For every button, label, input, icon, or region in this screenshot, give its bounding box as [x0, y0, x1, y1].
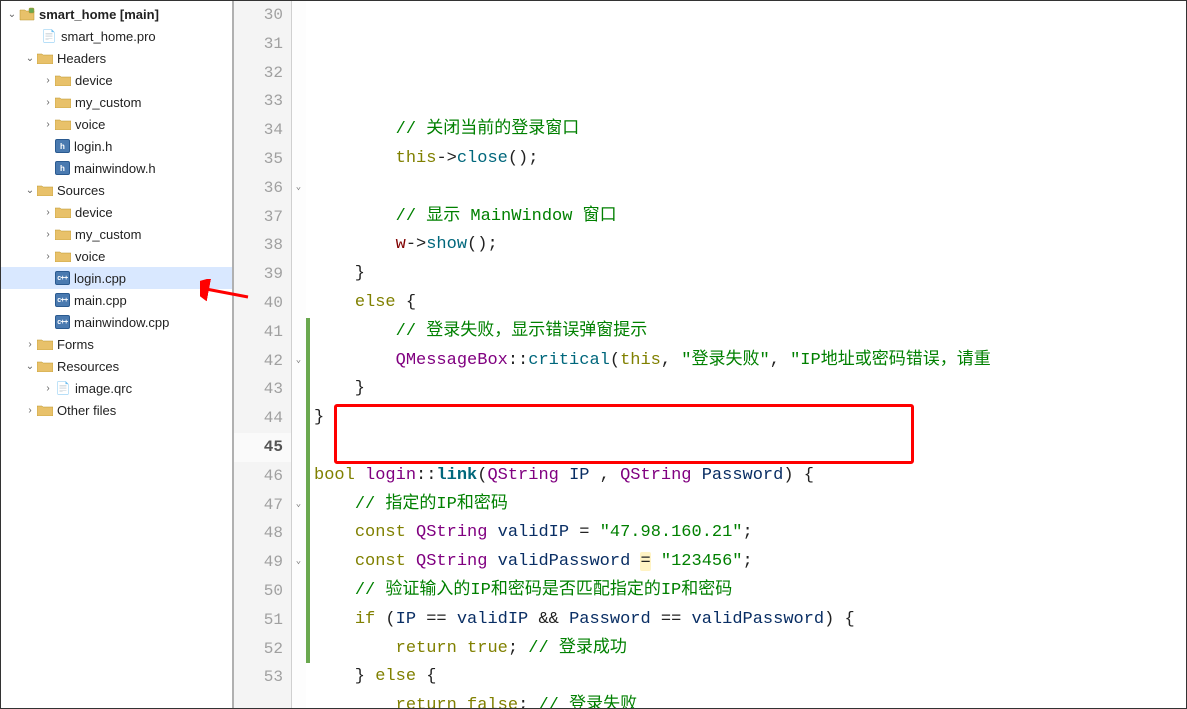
- h-file-icon: h: [55, 161, 70, 175]
- folder-device-s[interactable]: ›device: [1, 201, 232, 223]
- forms-folder[interactable]: ›Forms: [1, 333, 232, 355]
- other-files-folder[interactable]: ›Other files: [1, 399, 232, 421]
- project-icon: [19, 6, 35, 22]
- folder-icon: [37, 402, 53, 418]
- file-icon: 📄: [41, 28, 57, 44]
- chevron-right-icon[interactable]: ›: [41, 75, 55, 86]
- cpp-file-icon: c++: [55, 271, 70, 285]
- file-login-cpp[interactable]: c++login.cpp: [1, 267, 232, 289]
- folder-icon: [55, 72, 71, 88]
- line-number-gutter[interactable]: 3031323334353637383940414243444546474849…: [234, 1, 292, 708]
- file-image-qrc[interactable]: ›📄image.qrc: [1, 377, 232, 399]
- project-tree[interactable]: ⌄ smart_home [main] 📄 smart_home.pro ⌄ H…: [1, 1, 234, 708]
- folder-voice-h[interactable]: ›voice: [1, 113, 232, 135]
- chevron-right-icon[interactable]: ›: [41, 207, 55, 218]
- folder-device-h[interactable]: ›device: [1, 69, 232, 91]
- headers-folder[interactable]: ⌄ Headers: [1, 47, 232, 69]
- folder-icon: [37, 358, 53, 374]
- chevron-right-icon[interactable]: ›: [41, 383, 55, 394]
- chevron-right-icon[interactable]: ›: [41, 251, 55, 262]
- h-file-icon: h: [55, 139, 70, 153]
- code-area[interactable]: // 关闭当前的登录窗口 this->close(); // 显示 MainWi…: [310, 1, 1186, 708]
- folder-icon: [55, 248, 71, 264]
- chevron-down-icon[interactable]: ⌄: [23, 185, 37, 196]
- chevron-right-icon[interactable]: ›: [41, 97, 55, 108]
- file-mainwindow-cpp[interactable]: c++mainwindow.cpp: [1, 311, 232, 333]
- code-editor[interactable]: 3031323334353637383940414243444546474849…: [234, 1, 1186, 708]
- folder-icon: [37, 336, 53, 352]
- fold-column[interactable]: ⌄⌄⌄⌄: [292, 1, 306, 708]
- folder-icon: [55, 116, 71, 132]
- folder-icon: [55, 226, 71, 242]
- chevron-down-icon[interactable]: ⌄: [23, 53, 37, 64]
- chevron-right-icon[interactable]: ›: [23, 339, 37, 350]
- folder-mycustom-s[interactable]: ›my_custom: [1, 223, 232, 245]
- file-main-cpp[interactable]: c++main.cpp: [1, 289, 232, 311]
- pro-file[interactable]: 📄 smart_home.pro: [1, 25, 232, 47]
- project-name: smart_home [main]: [39, 7, 159, 22]
- folder-voice-s[interactable]: ›voice: [1, 245, 232, 267]
- resources-folder[interactable]: ⌄Resources: [1, 355, 232, 377]
- qrc-file-icon: 📄: [55, 380, 71, 396]
- folder-icon: [55, 94, 71, 110]
- project-root[interactable]: ⌄ smart_home [main]: [1, 3, 232, 25]
- chevron-right-icon[interactable]: ›: [41, 119, 55, 130]
- folder-icon: [55, 204, 71, 220]
- file-login-h[interactable]: hlogin.h: [1, 135, 232, 157]
- folder-mycustom-h[interactable]: ›my_custom: [1, 91, 232, 113]
- sources-folder[interactable]: ⌄ Sources: [1, 179, 232, 201]
- cpp-file-icon: c++: [55, 293, 70, 307]
- folder-icon: [37, 182, 53, 198]
- chevron-right-icon[interactable]: ›: [41, 229, 55, 240]
- chevron-down-icon[interactable]: ⌄: [23, 361, 37, 372]
- file-mainwindow-h[interactable]: hmainwindow.h: [1, 157, 232, 179]
- cpp-file-icon: c++: [55, 315, 70, 329]
- folder-icon: [37, 50, 53, 66]
- chevron-right-icon[interactable]: ›: [23, 405, 37, 416]
- chevron-down-icon[interactable]: ⌄: [5, 9, 19, 20]
